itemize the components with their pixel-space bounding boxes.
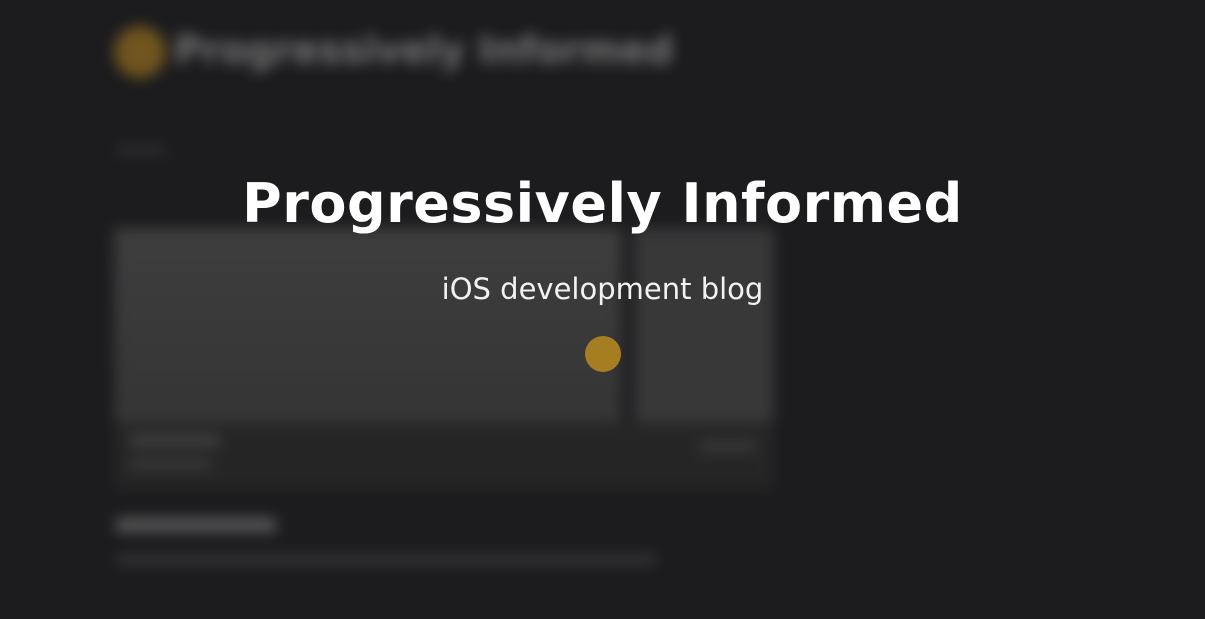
background-section-heading [116,518,276,532]
splash-title: Progressively Informed [242,172,963,235]
background-card-footer [114,423,774,489]
blurred-background-page: Progressively Informed [0,0,1205,619]
background-nav-underline [116,148,166,151]
background-card-text [130,460,210,468]
splash-subtitle: iOS development blog [441,272,764,306]
background-paragraph [116,555,656,564]
loading-dot-icon [585,336,621,372]
background-divider [116,158,1116,159]
background-featured-image [114,228,622,423]
background-card-text [130,436,220,445]
splash-screen: Progressively Informed Progressively Inf… [0,0,1205,619]
logo-dot-icon [114,26,166,78]
background-card-text [700,442,755,450]
background-site-title: Progressively Informed [174,28,674,72]
background-side-image [634,228,774,423]
